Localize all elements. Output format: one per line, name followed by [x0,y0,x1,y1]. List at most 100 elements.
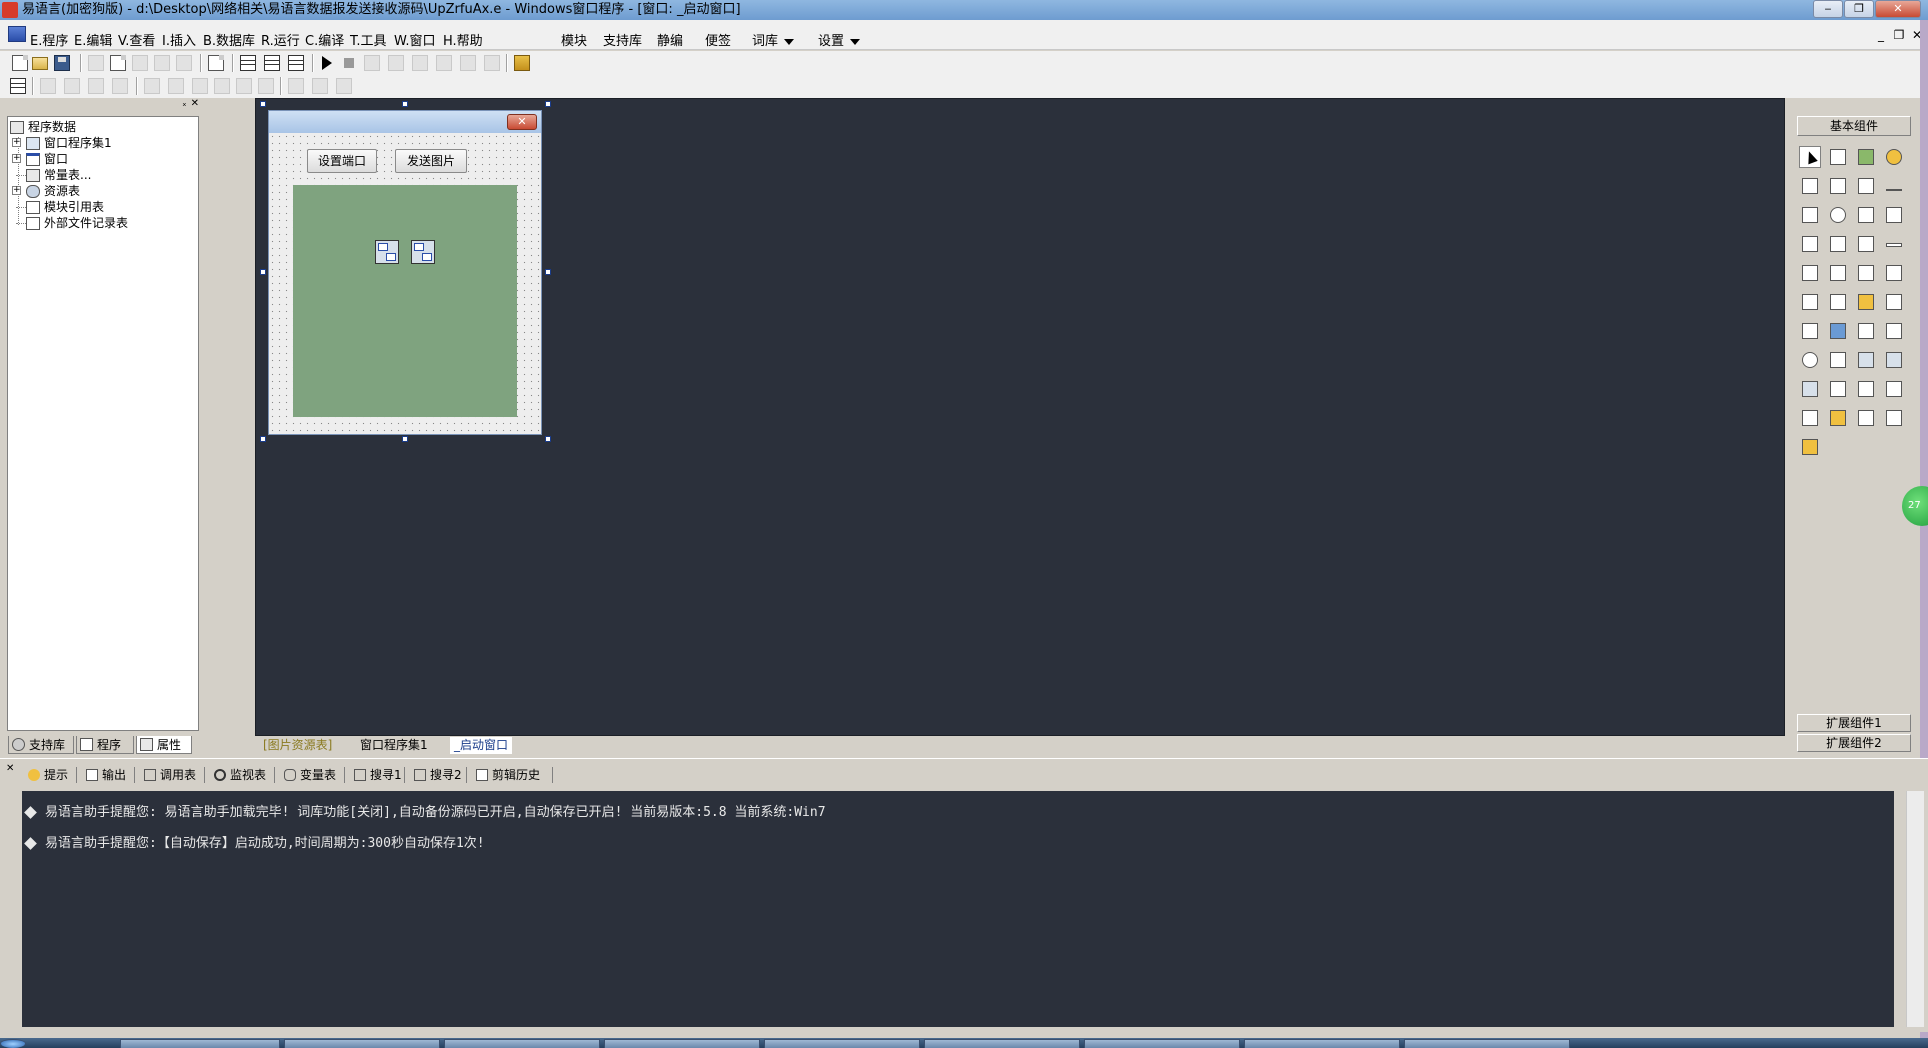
font-picker-icon[interactable] [1855,320,1877,342]
undo-icon[interactable] [176,55,192,71]
layout-top-icon[interactable] [264,55,280,71]
group-box-icon[interactable] [1827,175,1849,197]
db-provider-icon[interactable] [1827,407,1849,429]
align-bottom-icon[interactable] [112,78,128,94]
slider-icon[interactable] [1827,233,1849,255]
taskbar-item[interactable] [284,1039,440,1048]
menu-tools[interactable]: T.工具 [350,30,387,49]
tab-search-2[interactable]: 搜寻2 [410,765,462,785]
resize-handle[interactable] [545,101,551,107]
size-icon[interactable] [336,78,352,94]
output-console[interactable]: 易语言助手提醒您: 易语言助手加载完毕! 词库功能[关闭],自动备份源码已开启,… [22,791,1894,1027]
height-icon[interactable] [312,78,328,94]
calendar-icon[interactable] [1799,291,1821,313]
menu-thesaurus[interactable]: 词库 [752,30,795,49]
resize-handle[interactable] [402,101,408,107]
expand-icon[interactable]: + [12,186,21,195]
menu-view[interactable]: V.查看 [118,30,155,49]
hand-icon[interactable] [484,55,500,71]
resize-handle[interactable] [402,436,408,442]
tab-clipboard-history[interactable]: 剪辑历史 [472,765,540,785]
form-component-icon[interactable] [1855,378,1877,400]
checkbox-icon[interactable] [1799,204,1821,226]
space-horizontal-icon[interactable] [236,78,252,94]
step-into-icon[interactable] [388,55,404,71]
progress-icon[interactable] [1855,262,1877,284]
pointer-icon[interactable] [1799,146,1821,168]
menu-module[interactable]: 模块 [561,30,587,49]
space-vertical-icon[interactable] [258,78,274,94]
start-button[interactable] [0,1039,26,1048]
output-panel-close[interactable]: ✕ [6,763,14,774]
helper-icon[interactable] [514,55,530,71]
taskbar-item[interactable] [604,1039,760,1048]
resize-handle[interactable] [545,269,551,275]
resize-handle[interactable] [260,436,266,442]
minimize-button[interactable]: ‒ [1813,0,1843,18]
tab-output[interactable]: 输出 [82,765,126,785]
chart-icon[interactable] [1855,407,1877,429]
menu-support-lib[interactable]: 支持库 [603,30,642,49]
menu-program[interactable]: E.程序 [30,30,68,49]
port-icon[interactable] [1827,378,1849,400]
paste-icon[interactable] [132,55,148,71]
tab-image-resources[interactable]: [图片资源表] [263,737,332,754]
layout-left-icon[interactable] [240,55,256,71]
dialog-icon[interactable] [1883,320,1905,342]
taskbar-item[interactable] [444,1039,600,1048]
center-horizontal-icon[interactable] [144,78,160,94]
odbc-icon[interactable] [1883,407,1905,429]
datagram-component-icon[interactable] [375,240,399,264]
combobox-icon[interactable] [1883,204,1905,226]
menu-notes[interactable]: 便签 [705,30,731,49]
text-component-icon[interactable] [1855,175,1877,197]
taskbar-item[interactable] [1404,1039,1570,1048]
width-icon[interactable] [288,78,304,94]
form-close-icon[interactable]: ✕ [507,114,537,130]
menu-settings[interactable]: 设置 [818,30,861,49]
extended-components-1[interactable]: 扩展组件1 [1797,714,1911,732]
hscroll-icon[interactable] [1799,262,1821,284]
tab-program[interactable]: 程序 [76,736,134,754]
menu-compile[interactable]: C.编译 [305,30,344,49]
timer-icon[interactable] [1799,349,1821,371]
ruler-icon[interactable] [1883,233,1905,255]
cut-icon[interactable] [88,55,104,71]
listbox-icon[interactable] [1855,204,1877,226]
table-icon[interactable] [1799,233,1821,255]
datagram-component-icon[interactable] [411,240,435,264]
set-port-button[interactable]: 设置端口 [307,149,377,173]
restore-button[interactable]: ❐ [1844,0,1874,18]
center-vertical-icon[interactable] [168,78,184,94]
grid-icon[interactable] [10,78,26,94]
startup-window-form[interactable]: ✕ 设置端口 发送图片 [268,110,542,435]
new-file-icon[interactable] [12,55,28,71]
panel-pin-button[interactable]: ₓ [182,98,186,109]
menu-window[interactable]: W.窗口 [394,30,436,49]
datagram-icon[interactable] [1855,349,1877,371]
step-over-icon[interactable] [412,55,428,71]
taskbar-item[interactable] [924,1039,1080,1048]
tab-hints[interactable]: 提示 [24,765,68,785]
odbc-db-icon[interactable] [1799,436,1821,458]
database-icon[interactable] [1799,407,1821,429]
close-button[interactable]: ✕ [1875,0,1921,18]
align-left-icon[interactable] [40,78,56,94]
tab-startup-window[interactable]: _启动窗口 [450,737,513,754]
color-picker-icon[interactable] [1799,320,1821,342]
menu-database[interactable]: B.数据库 [203,30,255,49]
tab-control-icon[interactable] [1883,262,1905,284]
scrollbar-icon[interactable] [1855,233,1877,255]
resize-handle[interactable] [260,101,266,107]
resize-handle[interactable] [260,269,266,275]
server-icon[interactable] [1799,378,1821,400]
run-icon[interactable] [322,56,332,70]
menu-run[interactable]: R.运行 [261,30,300,49]
step-icon[interactable] [364,55,380,71]
panel-component-icon[interactable] [1883,378,1905,400]
taskbar-item[interactable] [764,1039,920,1048]
expand-icon[interactable]: + [12,138,21,147]
stop-icon[interactable] [344,58,354,68]
menu-edit[interactable]: E.编辑 [74,30,112,49]
image-component-icon[interactable] [1855,146,1877,168]
